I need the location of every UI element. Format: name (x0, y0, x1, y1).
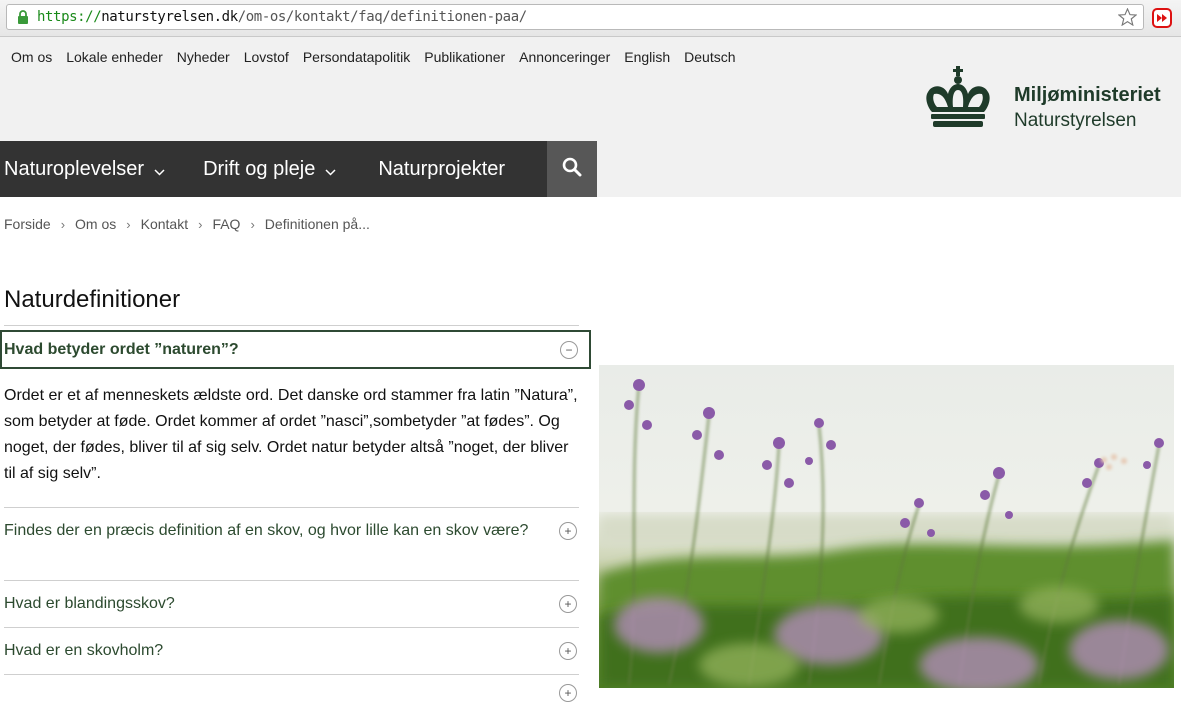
extension-icon[interactable] (1152, 8, 1172, 33)
browser-toolbar: https://naturstyrelsen.dk/om-os/kontakt/… (0, 0, 1181, 37)
address-bar[interactable]: https://naturstyrelsen.dk/om-os/kontakt/… (6, 4, 1144, 30)
utility-link-persondatapolitik[interactable]: Persondatapolitik (303, 49, 410, 65)
utility-link-lokale-enheder[interactable]: Lokale enheder (66, 49, 163, 65)
crown-icon (922, 66, 994, 135)
search-icon (562, 157, 582, 182)
faq-item[interactable]: Findes der en præcis definition af en sk… (4, 518, 534, 544)
utility-link-publikationer[interactable]: Publikationer (424, 49, 505, 65)
faq-answer: Ordet er et af menneskets ældste ord. De… (4, 387, 578, 482)
breadcrumb-item-current: Definitionen på... (264, 216, 370, 232)
search-button[interactable] (547, 141, 597, 197)
logo-ministry-name: Miljøministeriet (1014, 84, 1161, 106)
faq-item[interactable]: Hvad er en skovholm? (4, 638, 534, 664)
main-nav-drift-og-pleje[interactable]: Drift og pleje (203, 157, 336, 182)
chevron-right-icon: › (60, 216, 66, 232)
utility-link-english[interactable]: English (624, 49, 670, 65)
utility-nav: Om os Lokale enheder Nyheder Lovstof Per… (0, 37, 743, 77)
divider (4, 674, 579, 675)
lock-icon (17, 10, 29, 30)
chevron-down-icon (154, 159, 165, 182)
divider (4, 325, 579, 326)
logo-agency-name: Naturstyrelsen (1014, 110, 1137, 131)
chevron-right-icon: › (250, 216, 255, 232)
expand-icon[interactable]: + (559, 595, 577, 613)
bookmark-star-icon[interactable] (1117, 7, 1138, 31)
divider (4, 580, 579, 581)
main-nav-naturoplevelser[interactable]: Naturoplevelser (4, 157, 165, 182)
divider (4, 507, 579, 508)
breadcrumb: Forside › Om os › Kontakt › FAQ › Defini… (4, 216, 370, 232)
url-text: https://naturstyrelsen.dk/om-os/kontakt/… (37, 9, 527, 25)
divider (4, 627, 579, 628)
breadcrumb-item-forside[interactable]: Forside (4, 216, 51, 232)
utility-link-lovstof[interactable]: Lovstof (244, 49, 289, 65)
utility-link-annonceringer[interactable]: Annonceringer (519, 49, 610, 65)
faq-item-open[interactable]: Hvad betyder ordet ”naturen”? − (0, 330, 591, 369)
faq-question: Hvad betyder ordet ”naturen”? (4, 340, 239, 358)
main-nav-naturprojekter[interactable]: Naturprojekter (378, 158, 505, 181)
chevron-down-icon (325, 159, 336, 182)
utility-link-om-os[interactable]: Om os (11, 49, 52, 65)
expand-icon[interactable]: + (559, 684, 577, 702)
faq-item[interactable]: Hvad er blandingsskov? (4, 591, 534, 617)
breadcrumb-item-faq[interactable]: FAQ (212, 216, 240, 232)
expand-icon[interactable]: + (559, 642, 577, 660)
site-logo[interactable]: Miljøministeriet Naturstyrelsen (922, 66, 1177, 132)
main-nav-label: Naturoplevelser (4, 157, 145, 180)
breadcrumb-item-om-os[interactable]: Om os (75, 216, 116, 232)
meadow-flowers-photo (599, 365, 1174, 688)
breadcrumb-item-kontakt[interactable]: Kontakt (141, 216, 188, 232)
chevron-right-icon: › (126, 216, 131, 232)
utility-link-nyheder[interactable]: Nyheder (177, 49, 230, 65)
chevron-right-icon: › (198, 216, 203, 232)
main-nav-label: Drift og pleje (203, 157, 316, 180)
collapse-icon[interactable]: − (560, 341, 578, 359)
utility-link-deutsch[interactable]: Deutsch (684, 49, 735, 65)
main-nav: Naturoplevelser Drift og pleje Naturproj… (0, 141, 547, 197)
main-nav-label: Naturprojekter (378, 157, 506, 180)
page-title: Naturdefinitioner (4, 286, 181, 313)
expand-icon[interactable]: + (559, 522, 577, 540)
